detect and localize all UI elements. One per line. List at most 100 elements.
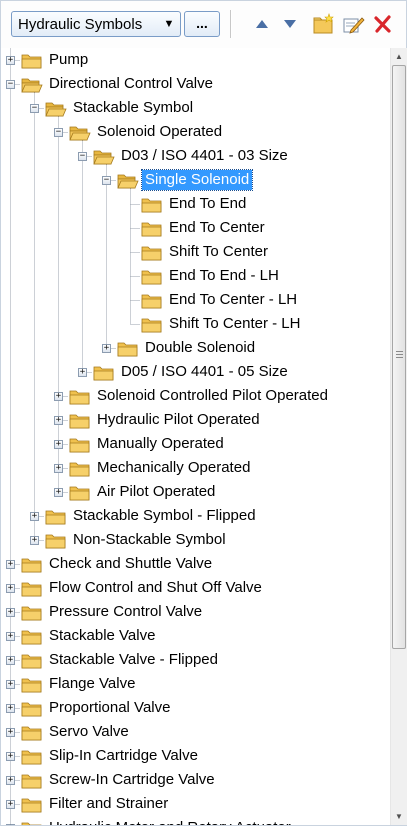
- tree-node[interactable]: End To Center: [141, 216, 268, 240]
- tree-node-label[interactable]: Solenoid Operated: [94, 122, 225, 142]
- tree-node[interactable]: Stackable Symbol: [45, 96, 196, 120]
- tree-node[interactable]: Mechanically Operated: [69, 456, 253, 480]
- expand-icon[interactable]: +: [6, 680, 15, 689]
- tree-node[interactable]: End To Center - LH: [141, 288, 300, 312]
- tree-node[interactable]: Shift To Center - LH: [141, 312, 303, 336]
- collapse-icon[interactable]: −: [102, 176, 111, 185]
- expand-icon[interactable]: +: [6, 56, 15, 65]
- tree-node[interactable]: Flow Control and Shut Off Valve: [21, 576, 265, 600]
- expand-icon[interactable]: +: [6, 800, 15, 809]
- tree-node-label[interactable]: Flange Valve: [46, 674, 138, 694]
- browse-button[interactable]: ...: [184, 11, 220, 37]
- tree-node-label[interactable]: D05 / ISO 4401 - 05 Size: [118, 362, 291, 382]
- tree-node-label[interactable]: Proportional Valve: [46, 698, 173, 718]
- tree-node-label[interactable]: Single Solenoid: [140, 169, 254, 191]
- tree-node[interactable]: D03 / ISO 4401 - 03 Size: [93, 144, 291, 168]
- tree-node[interactable]: Stackable Valve - Flipped: [21, 648, 221, 672]
- tree-node-label[interactable]: Directional Control Valve: [46, 74, 216, 94]
- tree-node-label[interactable]: End To End: [166, 194, 249, 214]
- tree-node-label[interactable]: Non-Stackable Symbol: [70, 530, 229, 550]
- expand-icon[interactable]: +: [54, 488, 63, 497]
- tree-node-label[interactable]: Hydraulic Pilot Operated: [94, 410, 263, 430]
- tree-node-label[interactable]: Shift To Center: [166, 242, 271, 262]
- tree-node[interactable]: Stackable Valve: [21, 624, 158, 648]
- expand-icon[interactable]: +: [30, 536, 39, 545]
- tree-node-label[interactable]: Shift To Center - LH: [166, 314, 303, 334]
- tree-node-label[interactable]: Air Pilot Operated: [94, 482, 218, 502]
- tree-node[interactable]: Slip-In Cartridge Valve: [21, 744, 201, 768]
- tree-node[interactable]: Hydraulic Pilot Operated: [69, 408, 263, 432]
- tree-node-label[interactable]: Filter and Strainer: [46, 794, 171, 814]
- scrollbar-thumb[interactable]: [392, 65, 406, 649]
- expand-icon[interactable]: +: [54, 416, 63, 425]
- tree-node[interactable]: Hydraulic Motor and Rotary Actuator: [21, 816, 294, 825]
- tree-node[interactable]: Servo Valve: [21, 720, 132, 744]
- tree-node[interactable]: Flange Valve: [21, 672, 138, 696]
- tree-node[interactable]: Single Solenoid: [117, 168, 254, 192]
- expand-icon[interactable]: +: [6, 728, 15, 737]
- move-up-icon[interactable]: [248, 10, 276, 38]
- collapse-icon[interactable]: −: [6, 80, 15, 89]
- expand-icon[interactable]: +: [30, 512, 39, 521]
- tree-node-label[interactable]: Stackable Symbol - Flipped: [70, 506, 259, 526]
- tree-node-label[interactable]: End To End - LH: [166, 266, 282, 286]
- tree-node[interactable]: Screw-In Cartridge Valve: [21, 768, 218, 792]
- tree-node-label[interactable]: Stackable Valve - Flipped: [46, 650, 221, 670]
- tree-node-label[interactable]: End To Center: [166, 218, 268, 238]
- tree-node[interactable]: Shift To Center: [141, 240, 271, 264]
- tree-node-label[interactable]: Pressure Control Valve: [46, 602, 205, 622]
- collapse-icon[interactable]: −: [78, 152, 87, 161]
- tree-node-label[interactable]: Slip-In Cartridge Valve: [46, 746, 201, 766]
- tree-node[interactable]: Non-Stackable Symbol: [45, 528, 229, 552]
- tree-node[interactable]: End To End - LH: [141, 264, 282, 288]
- expand-icon[interactable]: +: [54, 464, 63, 473]
- scroll-up-arrow-icon[interactable]: ▲: [391, 48, 407, 65]
- move-down-icon[interactable]: [276, 10, 304, 38]
- tree-node[interactable]: Proportional Valve: [21, 696, 173, 720]
- tree-node[interactable]: End To End: [141, 192, 249, 216]
- tree-node[interactable]: Filter and Strainer: [21, 792, 171, 816]
- tree-node[interactable]: Pump: [21, 48, 91, 72]
- tree-node[interactable]: Air Pilot Operated: [69, 480, 218, 504]
- tree-node[interactable]: D05 / ISO 4401 - 05 Size: [93, 360, 291, 384]
- tree-node-label[interactable]: Check and Shuttle Valve: [46, 554, 215, 574]
- library-dropdown[interactable]: Hydraulic Symbols ▼: [11, 11, 181, 37]
- expand-icon[interactable]: +: [6, 608, 15, 617]
- vertical-scrollbar[interactable]: ▲ ▼: [390, 48, 407, 825]
- scroll-down-arrow-icon[interactable]: ▼: [391, 808, 407, 825]
- tree-node-label[interactable]: Mechanically Operated: [94, 458, 253, 478]
- tree-node-label[interactable]: Pump: [46, 50, 91, 70]
- tree-node[interactable]: Solenoid Controlled Pilot Operated: [69, 384, 331, 408]
- tree-node-label[interactable]: Stackable Symbol: [70, 98, 196, 118]
- expand-icon[interactable]: +: [102, 344, 111, 353]
- tree-node-label[interactable]: Screw-In Cartridge Valve: [46, 770, 218, 790]
- rename-icon[interactable]: [340, 10, 368, 38]
- expand-icon[interactable]: +: [6, 704, 15, 713]
- new-folder-icon[interactable]: [310, 10, 338, 38]
- expand-icon[interactable]: +: [6, 560, 15, 569]
- delete-icon[interactable]: [369, 10, 397, 38]
- tree-node[interactable]: Pressure Control Valve: [21, 600, 205, 624]
- tree-node-label[interactable]: End To Center - LH: [166, 290, 300, 310]
- collapse-icon[interactable]: −: [30, 104, 39, 113]
- tree-node-label[interactable]: Stackable Valve: [46, 626, 158, 646]
- tree-node[interactable]: Stackable Symbol - Flipped: [45, 504, 259, 528]
- tree-node-label[interactable]: Double Solenoid: [142, 338, 258, 358]
- tree-node[interactable]: Solenoid Operated: [69, 120, 225, 144]
- tree-node-label[interactable]: Solenoid Controlled Pilot Operated: [94, 386, 331, 406]
- tree-node-label[interactable]: D03 / ISO 4401 - 03 Size: [118, 146, 291, 166]
- tree-node[interactable]: Check and Shuttle Valve: [21, 552, 215, 576]
- expand-icon[interactable]: +: [6, 584, 15, 593]
- symbol-tree[interactable]: Pump + Directional Control Valve − Stackable…: [1, 48, 390, 825]
- expand-icon[interactable]: +: [78, 368, 87, 377]
- tree-node[interactable]: Directional Control Valve: [21, 72, 216, 96]
- tree-node-label[interactable]: Manually Operated: [94, 434, 227, 454]
- collapse-icon[interactable]: −: [54, 128, 63, 137]
- expand-icon[interactable]: +: [54, 392, 63, 401]
- expand-icon[interactable]: +: [6, 752, 15, 761]
- expand-icon[interactable]: +: [6, 776, 15, 785]
- tree-node-label[interactable]: Hydraulic Motor and Rotary Actuator: [46, 818, 294, 825]
- expand-icon[interactable]: +: [6, 656, 15, 665]
- tree-node-label[interactable]: Flow Control and Shut Off Valve: [46, 578, 265, 598]
- expand-icon[interactable]: +: [54, 440, 63, 449]
